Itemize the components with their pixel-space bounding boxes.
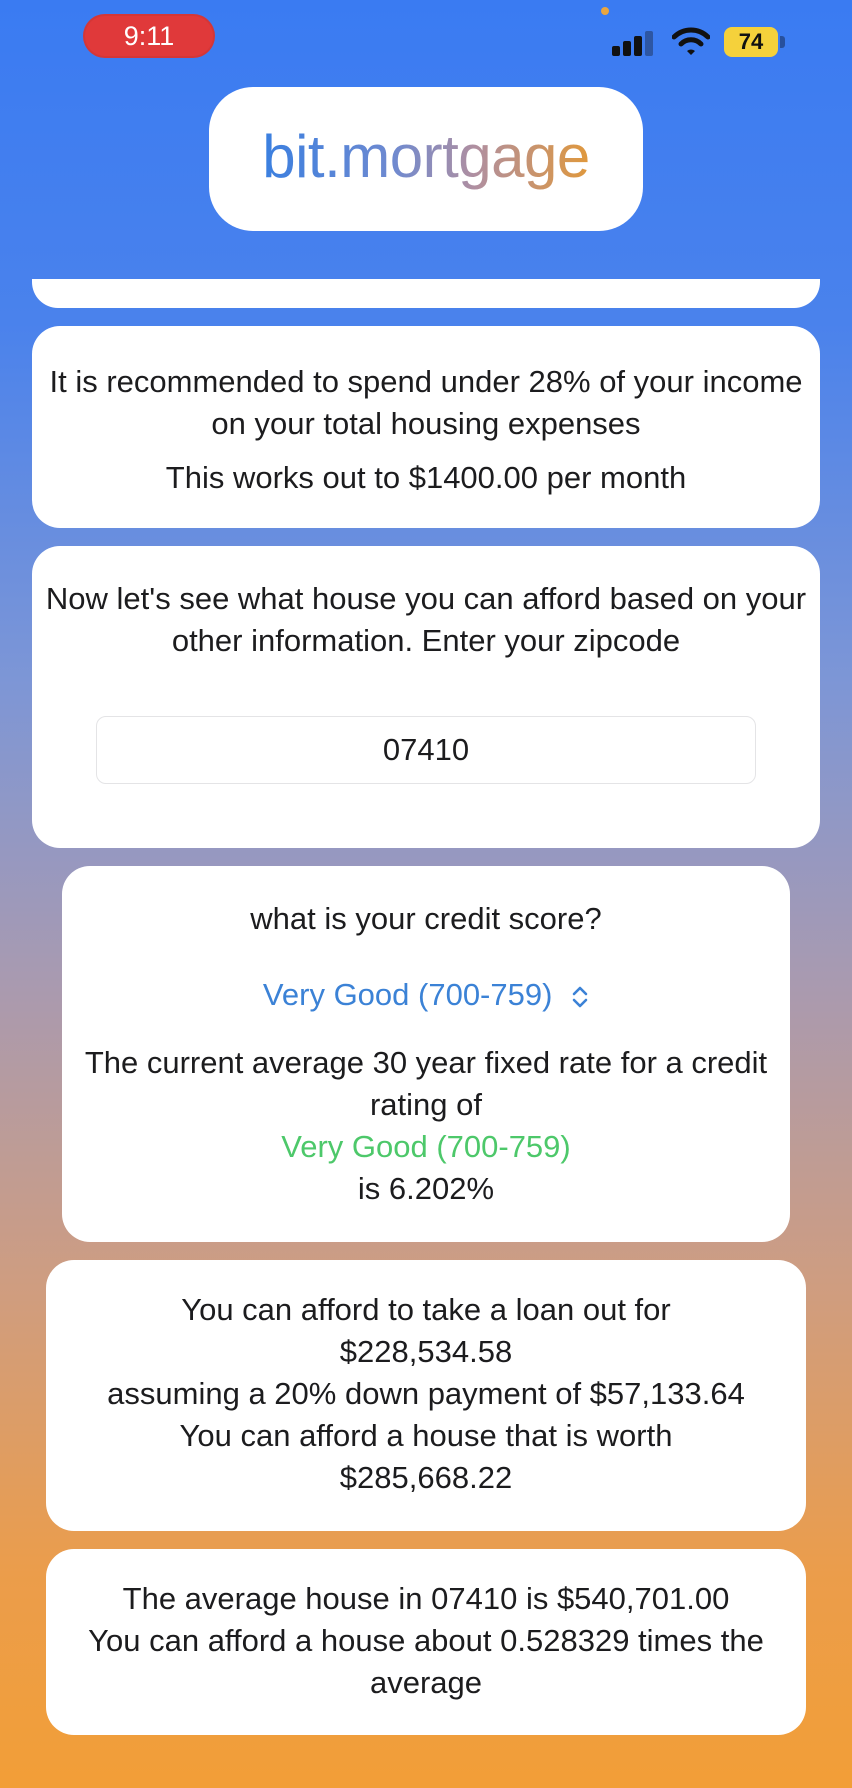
zipcode-card: Now let's see what house you can afford … [32,546,820,848]
rate-intro-text: The current average 30 year fixed rate f… [84,1045,768,1122]
interest-rate-text: is 6.202% [357,1171,495,1206]
zipcode-input[interactable] [96,716,756,784]
wifi-icon [672,27,710,55]
credit-score-picker-value: Very Good (700-759) [262,977,553,1012]
average-house-card: The average house in 07410 is $540,701.0… [46,1549,806,1735]
credit-score-question: what is your credit score? [250,901,602,936]
credit-score-card: what is your credit score? Very Good (70… [62,866,790,1242]
affordability-ratio-text: You can afford a house about 0.528329 ti… [88,1623,764,1700]
loan-affordability-card: You can afford to take a loan out for $2… [46,1260,806,1531]
recommendation-card: It is recommended to spend under 28% of … [32,326,820,528]
status-bar: 9:11 74 [0,0,852,80]
status-time[interactable]: 9:11 [83,14,215,58]
scrolled-card-edge [32,279,820,308]
credit-score-picker[interactable]: Very Good (700-759) [263,974,589,1016]
battery-tip [780,36,785,48]
average-house-price-text: The average house in 07410 is $540,701.0… [122,1581,730,1616]
chevron-up-down-icon [572,986,588,1008]
loan-intro-text: You can afford to take a loan out for [181,1292,671,1327]
loan-amount: $228,534.58 [339,1334,513,1369]
app-logo: bit.mortgage [209,87,643,231]
recommendation-text: It is recommended to spend under 28% of … [49,364,803,441]
app-logo-text: bit.mortgage [262,121,590,193]
down-payment-text: assuming a 20% down payment of $57,133.6… [107,1376,745,1411]
house-value: $285,668.22 [339,1460,513,1495]
credit-rating-label: Very Good (700-759) [281,1129,571,1164]
zipcode-prompt: Now let's see what house you can afford … [45,581,807,658]
cellular-signal-icon [612,30,656,56]
house-worth-intro: You can afford a house that is worth [179,1418,673,1453]
camera-indicator-dot [601,7,609,15]
battery-icon: 74 [724,27,778,57]
monthly-budget-text: This works out to $1400.00 per month [165,460,687,495]
